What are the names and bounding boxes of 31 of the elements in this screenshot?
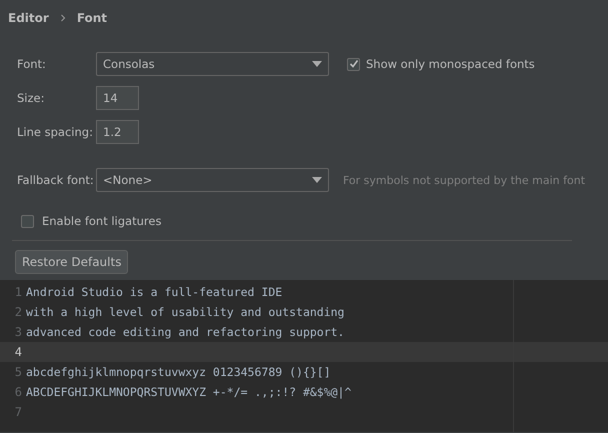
hint-text: For symbols not supported by the main font <box>343 174 586 186</box>
code-line: ABCDEFGHIJKLMNOPQRSTUVWXYZ +-*/= .,;:!? #&$%@|^ <box>26 385 352 399</box>
line-number: 7 <box>14 405 23 419</box>
breadcrumb-item[interactable]: Font <box>76 11 108 25</box>
line-number: 2 <box>14 305 23 319</box>
field-label: Font: <box>17 57 47 71</box>
checkbox-label: Enable font ligatures <box>42 214 162 228</box>
size-field[interactable]: 14 <box>96 86 139 110</box>
dropdown-caret-icon <box>312 177 322 183</box>
checkbox[interactable] <box>21 214 34 228</box>
code-line: abcdefghijklmnopqrstuvwxyz 0123456789 (){}[] <box>26 365 331 379</box>
line-number: 3 <box>14 325 23 339</box>
field-label: Line spacing: <box>17 125 94 139</box>
restore-defaults-button[interactable]: Restore Defaults <box>15 250 128 274</box>
line-number: 1 <box>14 285 23 299</box>
font-dropdown[interactable]: Consolas <box>96 52 329 76</box>
code-line: advanced code editing and refactoring support. <box>26 325 344 339</box>
field-label: Size: <box>17 91 46 105</box>
dropdown-caret-icon <box>312 61 322 67</box>
checkbox[interactable] <box>347 58 360 70</box>
code-line: with a high level of usability and outstanding <box>26 305 344 319</box>
chevron-right-icon <box>58 14 67 22</box>
fallback-font-dropdown[interactable]: <None> <box>96 168 329 192</box>
line-number: 6 <box>14 385 23 399</box>
field-label: Fallback font: <box>17 173 95 187</box>
breadcrumb-item[interactable]: Editor <box>8 11 49 25</box>
code-line: Android Studio is a full-featured IDE <box>26 285 282 299</box>
line-number: 5 <box>14 365 23 379</box>
checkbox-label: Show only monospaced fonts <box>366 57 535 71</box>
line-number: 4 <box>14 345 23 359</box>
line-spacing-field[interactable]: 1.2 <box>96 120 139 144</box>
